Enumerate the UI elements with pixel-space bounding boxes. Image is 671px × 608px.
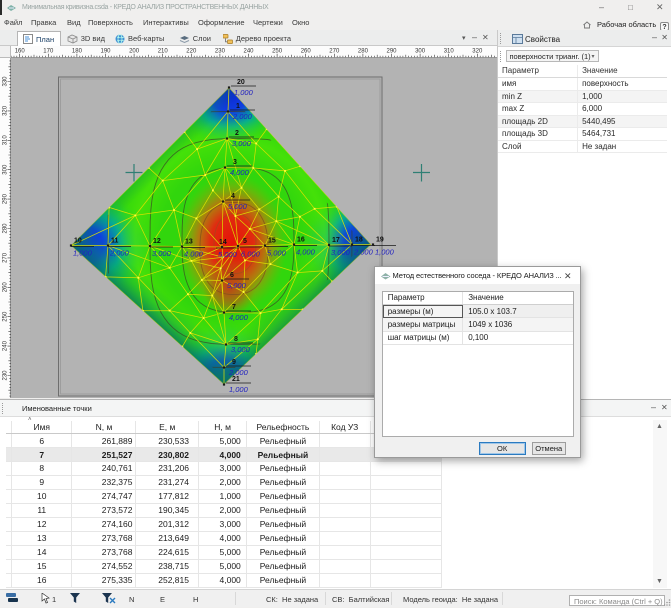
svg-text:17: 17 — [332, 237, 340, 244]
svg-text:3: 3 — [233, 159, 237, 166]
svg-text:2,000: 2,000 — [353, 247, 374, 256]
svg-text:2,000: 2,000 — [109, 248, 130, 257]
svg-text:1,000: 1,000 — [73, 248, 93, 257]
svg-text:7: 7 — [232, 304, 236, 311]
svg-text:14: 14 — [219, 239, 227, 246]
svg-text:12: 12 — [153, 238, 161, 245]
svg-text:230: 230 — [215, 49, 226, 55]
svg-text:260: 260 — [3, 281, 9, 292]
svg-text:280: 280 — [3, 222, 9, 233]
svg-text:5,000: 5,000 — [228, 202, 248, 211]
svg-text:3,000: 3,000 — [152, 249, 172, 258]
svg-text:4,000: 4,000 — [184, 249, 204, 258]
svg-text:20: 20 — [237, 79, 245, 86]
svg-text:250: 250 — [272, 49, 283, 55]
svg-text:9: 9 — [232, 359, 236, 366]
svg-text:230: 230 — [3, 369, 9, 380]
svg-text:19: 19 — [376, 236, 384, 243]
svg-text:200: 200 — [129, 49, 140, 55]
svg-text:3,000: 3,000 — [231, 345, 251, 354]
svg-text:13: 13 — [185, 238, 193, 245]
svg-text:4,000: 4,000 — [229, 313, 249, 322]
svg-text:18: 18 — [355, 236, 363, 243]
svg-text:15: 15 — [268, 237, 276, 244]
svg-text:1: 1 — [236, 103, 240, 110]
svg-text:6: 6 — [230, 272, 234, 279]
svg-text:10: 10 — [74, 237, 82, 244]
svg-text:5,000: 5,000 — [218, 250, 238, 259]
svg-text:170: 170 — [43, 49, 54, 55]
svg-text:300: 300 — [415, 49, 426, 55]
svg-text:180: 180 — [72, 49, 83, 55]
svg-text:310: 310 — [3, 134, 9, 145]
svg-text:1,000: 1,000 — [234, 88, 254, 97]
svg-text:160: 160 — [15, 49, 26, 55]
svg-text:260: 260 — [301, 49, 312, 55]
svg-text:1,000: 1,000 — [375, 247, 395, 256]
svg-text:290: 290 — [386, 49, 397, 55]
svg-text:210: 210 — [158, 49, 169, 55]
svg-text:16: 16 — [297, 236, 305, 243]
svg-text:250: 250 — [3, 311, 9, 322]
svg-text:2,000: 2,000 — [232, 112, 253, 121]
svg-text:280: 280 — [358, 49, 369, 55]
svg-text:3,000: 3,000 — [232, 139, 252, 148]
svg-text:4: 4 — [231, 193, 235, 200]
svg-text:4,000: 4,000 — [230, 168, 250, 177]
svg-text:240: 240 — [3, 340, 9, 351]
svg-text:330: 330 — [3, 75, 9, 86]
svg-text:6,000: 6,000 — [241, 249, 261, 258]
svg-text:240: 240 — [243, 49, 254, 55]
svg-text:11: 11 — [111, 237, 119, 244]
svg-text:5: 5 — [243, 238, 247, 245]
svg-text:5,000: 5,000 — [267, 248, 287, 257]
svg-text:3,000: 3,000 — [331, 248, 351, 257]
svg-text:320: 320 — [3, 105, 9, 116]
svg-text:21: 21 — [232, 376, 240, 383]
svg-text:300: 300 — [3, 164, 9, 175]
svg-text:190: 190 — [100, 49, 111, 55]
svg-text:2: 2 — [235, 130, 239, 137]
svg-text:1,000: 1,000 — [229, 385, 249, 394]
svg-text:310: 310 — [444, 49, 455, 55]
svg-text:220: 220 — [186, 49, 197, 55]
svg-text:4,000: 4,000 — [296, 247, 316, 256]
svg-text:270: 270 — [329, 49, 340, 55]
svg-text:290: 290 — [3, 193, 9, 204]
svg-text:5,000: 5,000 — [227, 281, 247, 290]
svg-text:270: 270 — [3, 252, 9, 263]
svg-text:320: 320 — [472, 49, 483, 55]
svg-text:8: 8 — [234, 336, 238, 343]
